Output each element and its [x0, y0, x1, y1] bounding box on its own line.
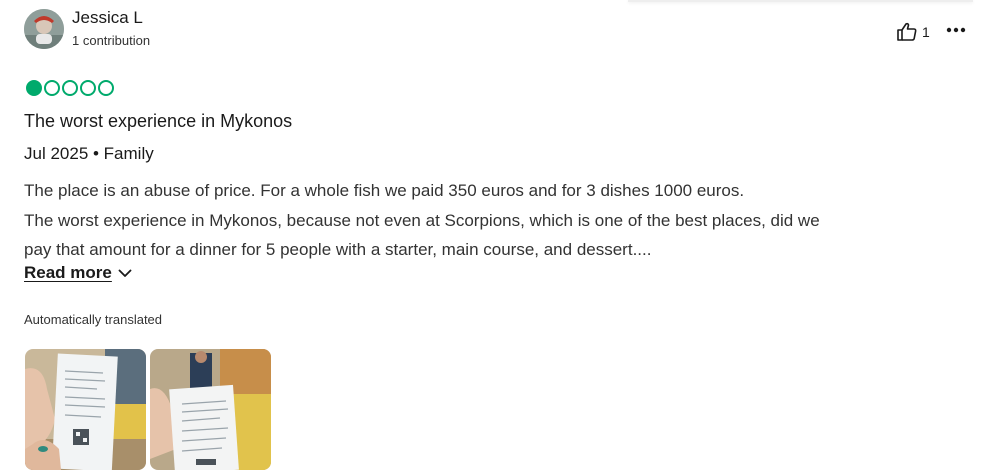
helpful-count: 1 [922, 24, 930, 40]
receipt-photo-icon [25, 349, 146, 470]
receipt-photo-icon [150, 349, 271, 470]
rating-bubble-empty-icon [98, 80, 114, 96]
review-body: The place is an abuse of price. For a wh… [24, 176, 974, 265]
rating-bubbles [26, 80, 114, 96]
overlay-edge [628, 0, 973, 2]
review-title[interactable]: The worst experience in Mykonos [24, 111, 292, 132]
rating-bubble-empty-icon [44, 80, 60, 96]
review-photo-1[interactable] [25, 349, 146, 470]
avatar[interactable] [24, 9, 64, 49]
review-meta: Jul 2025 • Family [24, 144, 154, 163]
review-body-line: The place is an abuse of price. For a wh… [24, 181, 745, 200]
avatar-image [24, 9, 64, 49]
more-options-icon [946, 27, 966, 33]
read-more-button[interactable]: Read more [24, 263, 132, 283]
review-body-line: The worst experience in Mykonos, because… [24, 210, 820, 230]
author-name[interactable]: Jessica L [72, 8, 143, 28]
rating-bubble-empty-icon [62, 80, 78, 96]
review-body-line: pay that amount for a dinner for 5 peopl… [24, 240, 652, 259]
rating-bubble-filled-icon [26, 80, 42, 96]
thumbs-up-icon [897, 22, 917, 41]
read-more-label: Read more [24, 263, 112, 282]
translation-note: Automatically translated [24, 312, 163, 327]
review-photo-2[interactable] [150, 349, 271, 470]
rating-bubble-empty-icon [80, 80, 96, 96]
chevron-down-icon [118, 269, 132, 277]
more-options-button[interactable] [944, 18, 968, 42]
contribution-count: 1 contribution [72, 33, 151, 48]
helpful-vote-button[interactable]: 1 [896, 22, 930, 42]
